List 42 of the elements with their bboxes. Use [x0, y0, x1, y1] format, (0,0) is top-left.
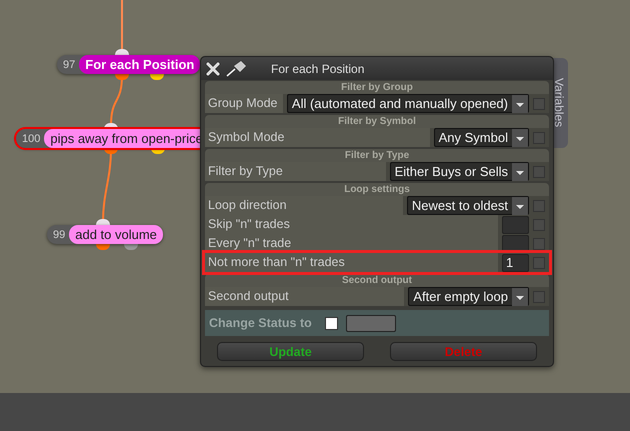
- number-field[interactable]: 1: [502, 254, 529, 272]
- node-number: 99: [52, 228, 66, 240]
- field-label: Second output: [205, 287, 404, 306]
- close-icon[interactable]: [205, 60, 221, 76]
- status-field[interactable]: [346, 314, 396, 332]
- field-label: Skip "n" trades: [205, 215, 498, 234]
- section-header: Filter by Symbol: [337, 115, 417, 128]
- section-header: Second output: [341, 274, 413, 287]
- checkbox[interactable]: [533, 238, 545, 250]
- section-header: Filter by Group: [340, 81, 414, 94]
- field-label: Group Mode: [205, 94, 283, 113]
- node-label: add to volume: [69, 225, 163, 244]
- dropdown[interactable]: Newest to oldest: [406, 196, 529, 215]
- pin-icon[interactable]: [225, 60, 247, 78]
- node-label: For each Position: [79, 55, 200, 74]
- field-label: Not more than "n" trades: [205, 253, 498, 272]
- flow-node[interactable]: 99 add to volume: [47, 225, 163, 244]
- section-header: Filter by Type: [344, 149, 410, 162]
- window-title: For each Position: [271, 62, 364, 76]
- status-label: Change Status to: [209, 316, 313, 330]
- action-button[interactable]: Update: [217, 342, 364, 361]
- dropdown[interactable]: Any Symbol: [434, 128, 529, 147]
- number-field[interactable]: [502, 234, 529, 252]
- input-pin[interactable]: [96, 219, 110, 225]
- field-label: Loop direction: [205, 196, 403, 215]
- output-pin[interactable]: [96, 244, 110, 250]
- output-pin[interactable]: [150, 74, 164, 80]
- node-number: 100: [21, 132, 42, 144]
- dropdown[interactable]: All (automated and manually opened): [286, 94, 529, 113]
- field-label: Symbol Mode: [205, 128, 430, 147]
- section-header: Loop settings: [343, 183, 411, 196]
- dropdown[interactable]: Either Buys or Sells: [390, 162, 529, 181]
- connector-wire: [121, 0, 123, 50]
- node-number: 97: [62, 58, 76, 70]
- dropdown[interactable]: After empty loop: [408, 287, 529, 306]
- output-pin[interactable]: [115, 74, 129, 80]
- checkbox[interactable]: [325, 316, 338, 330]
- flow-node[interactable]: 97 For each Position: [57, 55, 200, 74]
- number-field[interactable]: [502, 216, 529, 234]
- field-label: Filter by Type: [205, 162, 386, 181]
- output-pin[interactable]: [124, 244, 138, 250]
- input-pin[interactable]: [115, 49, 129, 55]
